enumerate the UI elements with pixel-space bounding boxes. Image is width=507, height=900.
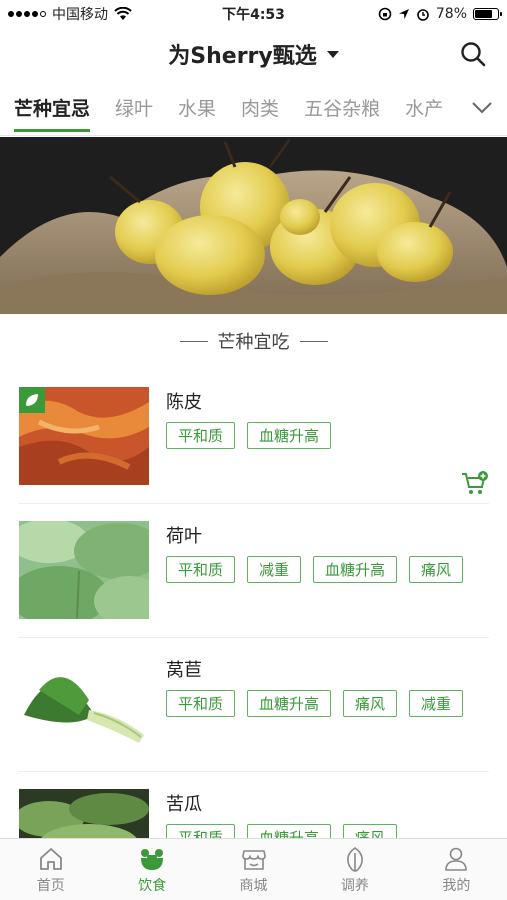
tag[interactable]: 血糖升高: [247, 690, 332, 717]
tab-label: 肉类: [241, 98, 280, 120]
tabbar-label: 我的: [442, 877, 471, 894]
home-icon: [39, 847, 62, 870]
list-item[interactable]: 莴苣 平和质 血糖升高 痛风 减重: [18, 638, 489, 772]
section-title: 芒种宜吃: [0, 328, 507, 354]
divider: [299, 340, 328, 342]
tag[interactable]: 血糖升高: [247, 422, 332, 449]
rotation-lock-icon: [378, 7, 392, 21]
list-item[interactable]: 陈皮 平和质 血糖升高: [18, 370, 489, 504]
tag[interactable]: 平和质: [166, 690, 236, 717]
food-name: 陈皮: [166, 392, 202, 413]
battery-fill: [475, 10, 493, 18]
food-name: 苦瓜: [166, 794, 202, 815]
tab-label: 绿叶: [115, 98, 154, 120]
tab-label: 水产: [405, 98, 444, 120]
food-icon: [141, 848, 164, 870]
tab-greens[interactable]: 绿叶: [115, 80, 154, 135]
food-list: 陈皮 平和质 血糖升高 荷叶 平和质 减重 血糖升高 痛风 莴苣 平和质 血糖升…: [0, 370, 507, 900]
nav-bar: 为Sherry甄选: [0, 28, 507, 80]
wifi-icon: [114, 7, 132, 20]
section-title-text: 芒种宜吃: [217, 332, 290, 353]
nav-title-dropdown[interactable]: 为Sherry甄选: [168, 38, 339, 70]
tag[interactable]: 痛风: [409, 556, 464, 583]
leaf-badge-icon: [19, 387, 45, 413]
tabbar-label: 首页: [36, 877, 65, 894]
status-left: 中国移动: [8, 4, 132, 24]
carrier-label: 中国移动: [52, 7, 108, 23]
tabbar-item-food[interactable]: 饮食: [101, 839, 202, 900]
tab-label: 水果: [178, 98, 217, 120]
battery-percent: 78%: [435, 6, 467, 22]
bottom-tab-bar: 首页 饮食 商城 调养 我的: [0, 838, 507, 900]
leaf-icon: [346, 846, 363, 872]
expand-tabs-button[interactable]: [457, 80, 507, 135]
tab-grains[interactable]: 五谷杂粮: [304, 80, 381, 135]
caret-down-icon: [326, 50, 339, 58]
tab-fruit[interactable]: 水果: [178, 80, 217, 135]
tag-list: 平和质 血糖升高 痛风 减重: [166, 690, 464, 717]
tabbar-label: 商城: [239, 877, 268, 894]
store-icon: [241, 849, 266, 870]
tabbar-label: 调养: [340, 877, 369, 894]
tag-list: 平和质 减重 血糖升高 痛风: [166, 556, 464, 583]
tab-seafood[interactable]: 水产: [405, 80, 444, 135]
nav-title: 为Sherry甄选: [168, 44, 317, 69]
tabbar-item-care[interactable]: 调养: [304, 839, 405, 900]
food-name: 荷叶: [166, 526, 202, 547]
food-image-heye: [19, 521, 149, 619]
tabbar-label: 饮食: [138, 877, 167, 894]
add-to-cart-icon[interactable]: [461, 470, 489, 496]
location-icon: [398, 9, 409, 19]
tabbar-item-home[interactable]: 首页: [0, 839, 101, 900]
food-name: 莴苣: [166, 660, 202, 681]
tag[interactable]: 痛风: [343, 690, 398, 717]
tag[interactable]: 减重: [247, 556, 302, 583]
tag[interactable]: 减重: [409, 690, 464, 717]
banner-image[interactable]: [0, 137, 507, 314]
tag[interactable]: 血糖升高: [313, 556, 398, 583]
chevron-down-icon: [472, 102, 492, 114]
alarm-icon: [417, 9, 429, 21]
divider: [179, 340, 208, 342]
search-icon[interactable]: [459, 40, 487, 68]
status-bar: 中国移动 下午4:53 78%: [0, 0, 507, 28]
battery-icon: [473, 8, 502, 20]
food-image-woju: [19, 655, 149, 753]
tab-meat[interactable]: 肉类: [241, 80, 280, 135]
tab-label: 五谷杂粮: [304, 98, 381, 120]
tab-mangzhong[interactable]: 芒种宜忌: [14, 80, 91, 135]
signal-icon: [8, 11, 46, 17]
tab-label: 芒种宜忌: [14, 98, 91, 120]
tag[interactable]: 平和质: [166, 556, 236, 583]
tabbar-item-profile[interactable]: 我的: [406, 839, 507, 900]
food-image-chenpi: [19, 387, 149, 485]
category-tabs: 芒种宜忌 绿叶 水果 肉类 五谷杂粮 水产: [0, 80, 507, 136]
status-right: 78%: [378, 6, 502, 22]
profile-icon: [445, 847, 468, 871]
tabbar-item-store[interactable]: 商城: [203, 839, 304, 900]
tag-list: 平和质 血糖升高: [166, 422, 332, 449]
tag[interactable]: 平和质: [166, 422, 236, 449]
pears-illustration: [0, 137, 507, 314]
list-item[interactable]: 荷叶 平和质 减重 血糖升高 痛风: [18, 504, 489, 638]
